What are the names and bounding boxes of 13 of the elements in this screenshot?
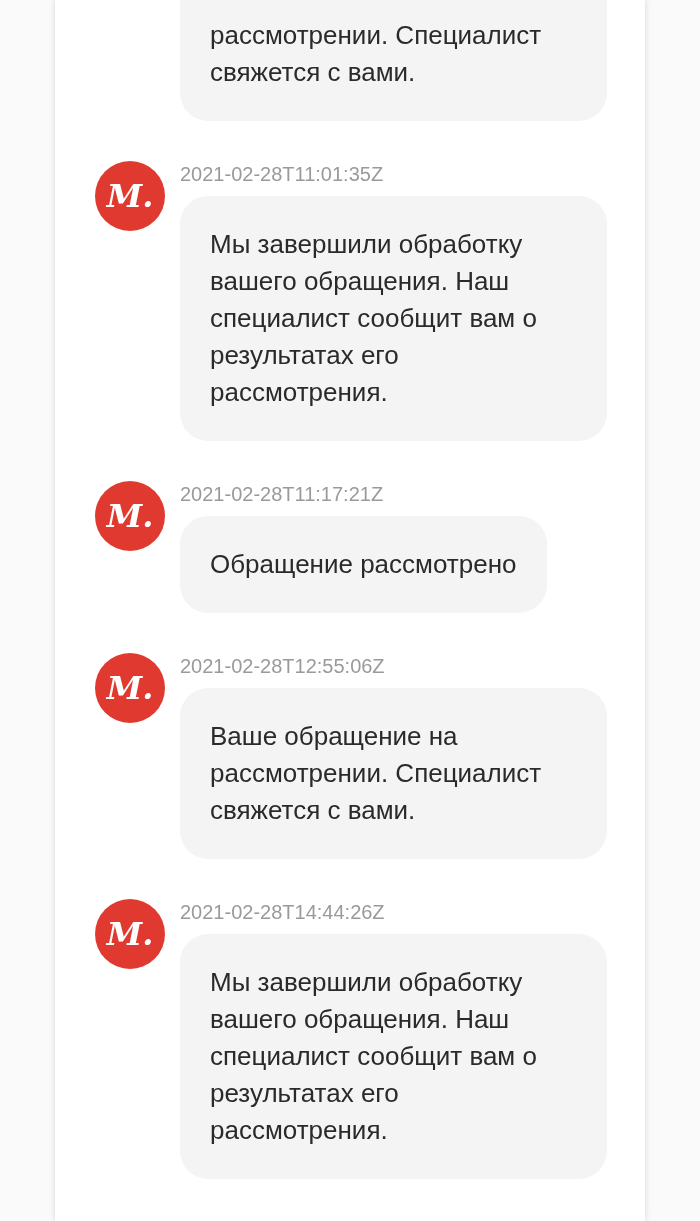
message-bubble: Мы завершили обработку вашего обращения. Наш специалист сообщит вам о результатах его рассмотрения. bbox=[180, 934, 607, 1179]
message-bubble: Обращение рассмотрено bbox=[180, 516, 547, 613]
avatar-logo: М. bbox=[95, 481, 165, 551]
avatar-logo: М. bbox=[95, 161, 165, 231]
message-bubble: рассмотрении. Специалист свяжется с вами. bbox=[180, 0, 607, 121]
message-timestamp: 2021-02-28T12:55:06Z bbox=[180, 654, 385, 679]
avatar-logo: М. bbox=[95, 653, 165, 723]
message-timestamp: 2021-02-28T11:17:21Z bbox=[180, 482, 384, 507]
message-timestamp: 2021-02-28T14:44:26Z bbox=[180, 900, 385, 925]
avatar-logo: М. bbox=[95, 899, 165, 969]
message-bubble: Ваше обращение на рассмотрении. Специалист свяжется с вами. bbox=[180, 688, 607, 859]
message-timestamp: 2021-02-28T11:01:35Z bbox=[180, 162, 384, 187]
message-bubble: Мы завершили обработку вашего обращения. Наш специалист сообщит вам о результатах его рассмотрения. bbox=[180, 196, 607, 441]
